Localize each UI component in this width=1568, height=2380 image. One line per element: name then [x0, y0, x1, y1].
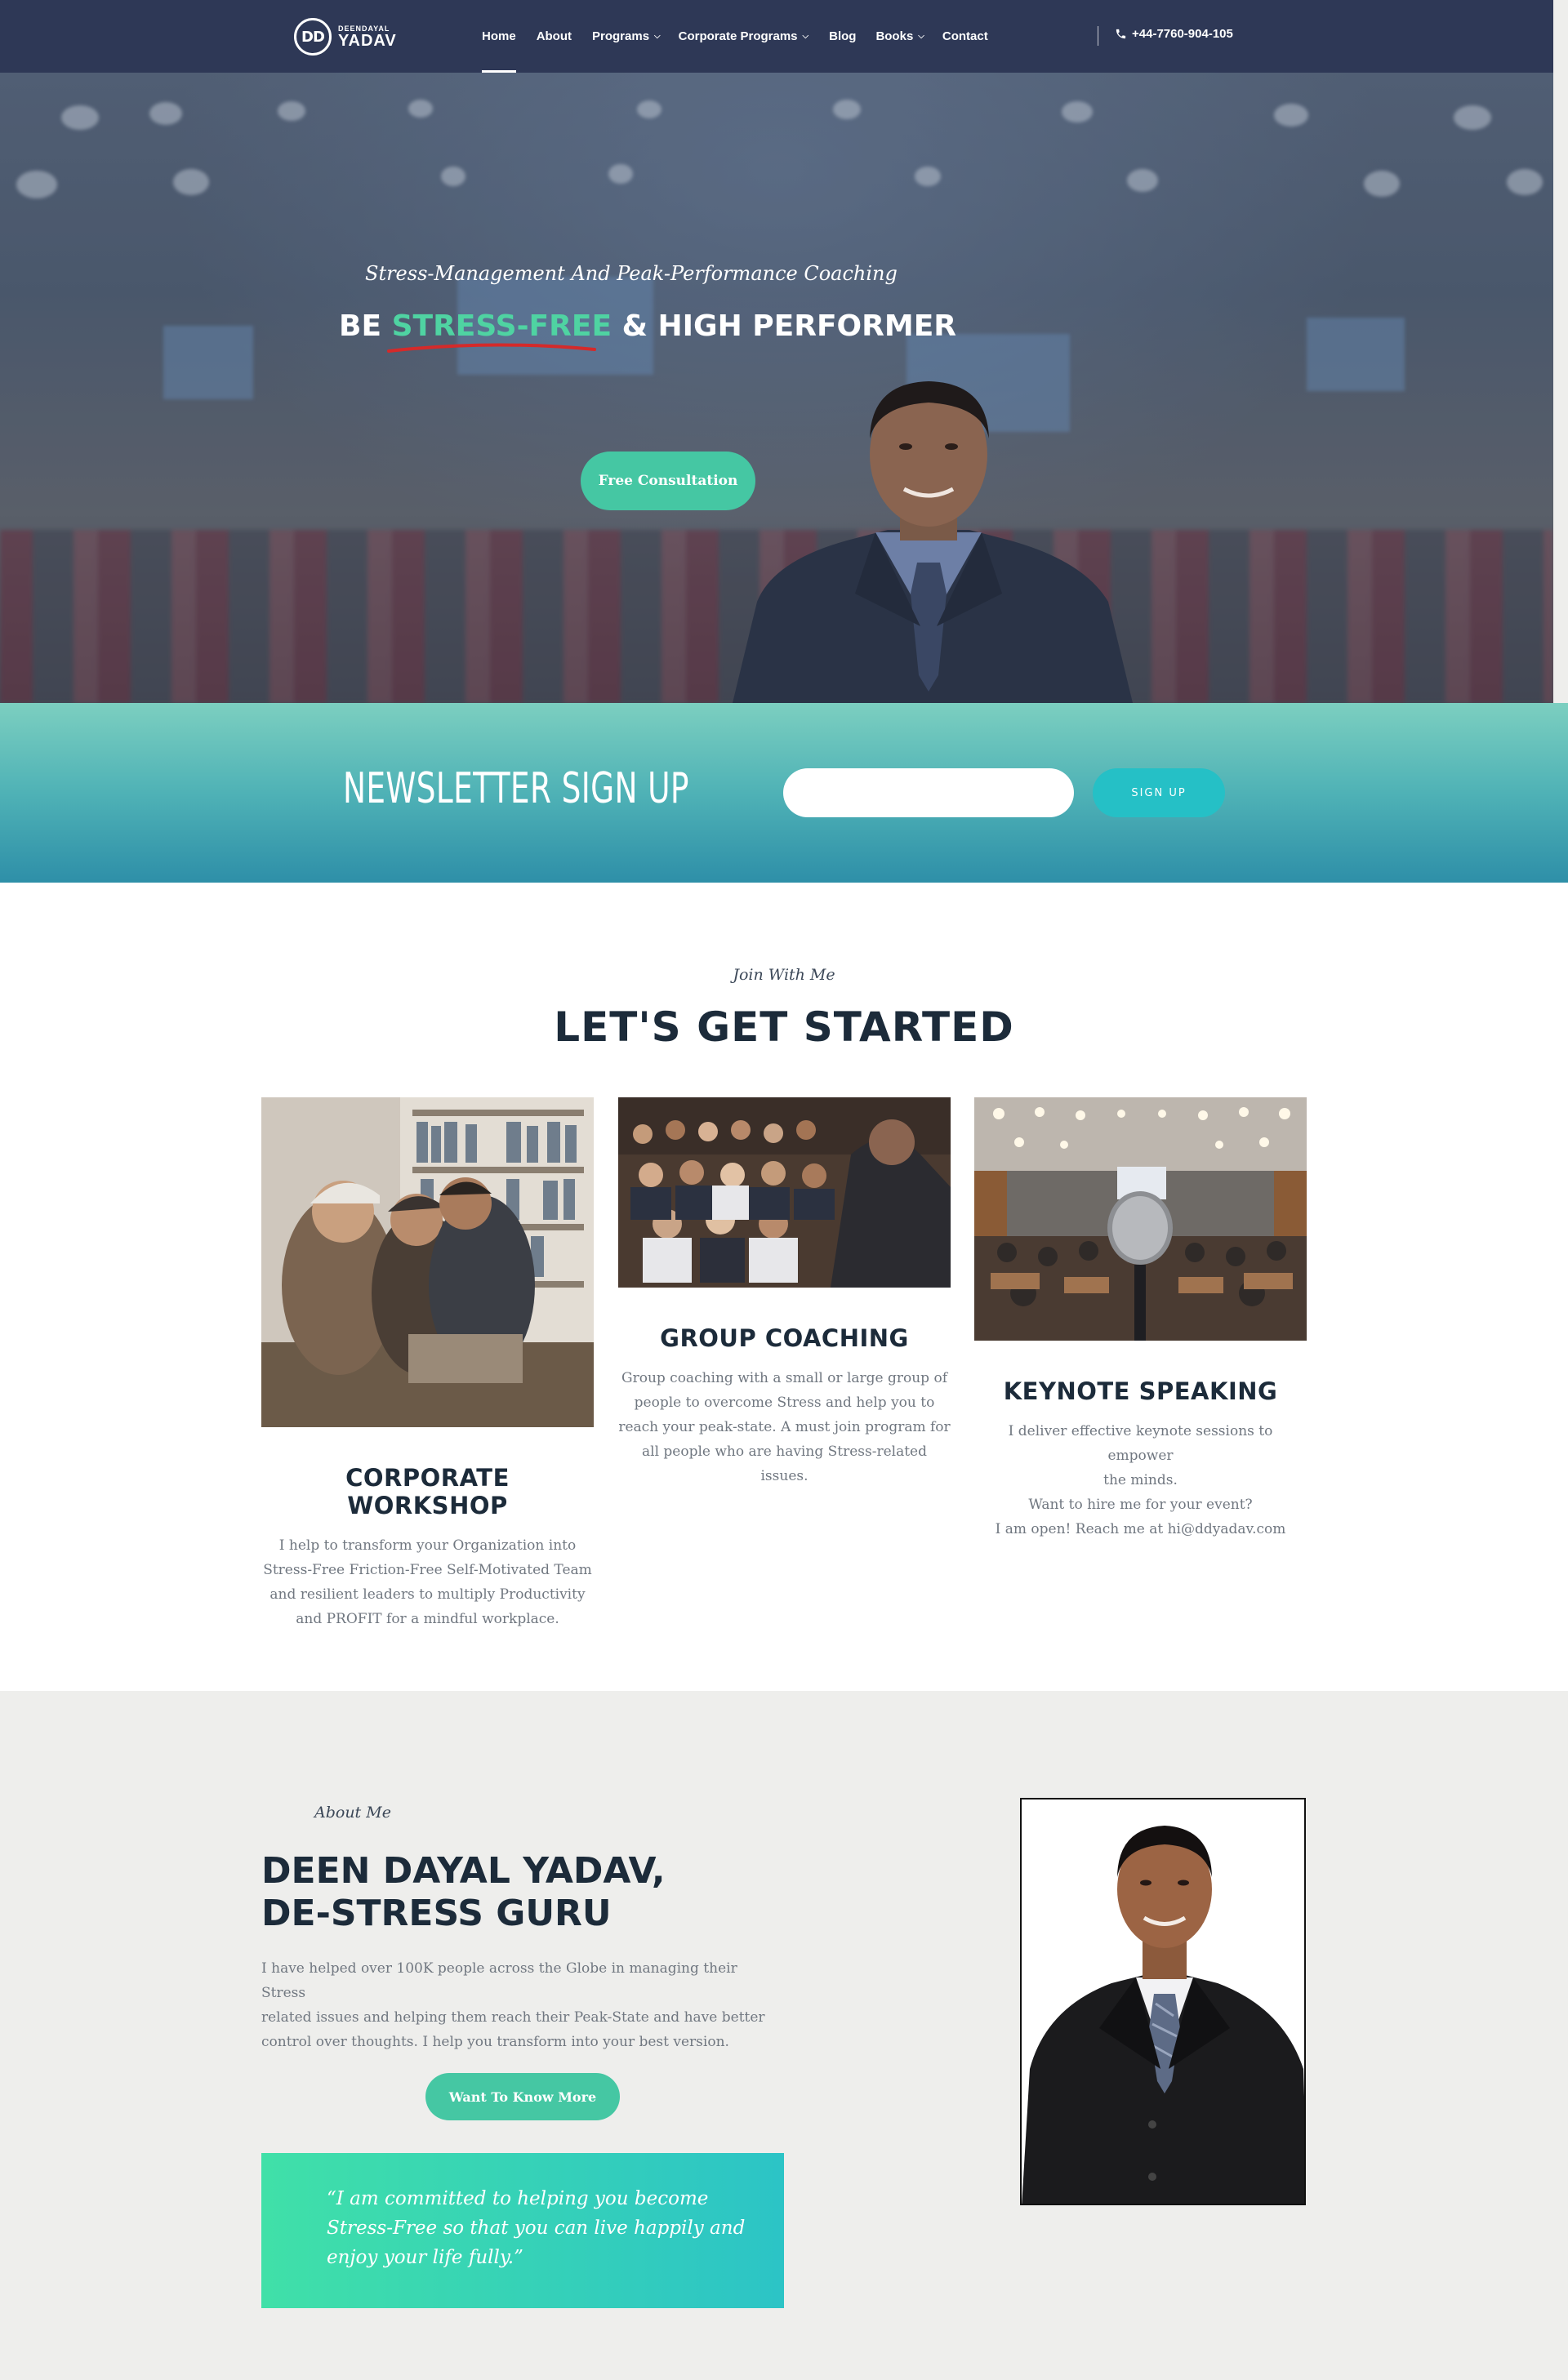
- hero-title-prefix: BE: [339, 309, 392, 343]
- about-text-line: I have helped over 100K people across th…: [261, 1960, 737, 2001]
- card-title: CORPORATE WORKSHOP: [345, 1464, 510, 1519]
- corporate-workshop-image[interactable]: [261, 1097, 594, 1427]
- hero-tagline: Stress-Management And Peak-Performance C…: [365, 262, 898, 285]
- menu-item-label: Books: [875, 29, 914, 43]
- menu-item-contact[interactable]: Contact: [942, 0, 988, 73]
- about-description: I have helped over 100K people across th…: [261, 1956, 784, 2054]
- card-text-line: I deliver effective keynote sessions to …: [1008, 1423, 1273, 1464]
- service-card-group-coaching: GROUP COACHING Group coaching with a sma…: [618, 1097, 951, 1488]
- card-text-line: I am open! Reach me at hi@ddyadav.com: [995, 1521, 1286, 1537]
- phone-icon: [1116, 29, 1126, 39]
- want-to-know-more-button[interactable]: Want To Know More: [425, 2073, 620, 2120]
- menu-item-home[interactable]: Home: [482, 0, 516, 73]
- phone-link[interactable]: +44-7760-904-105: [1115, 27, 1233, 41]
- quote-box: “I am committed to helping you become St…: [261, 2153, 784, 2308]
- about-section: About Me DEEN DAYAL YADAV, DE-STRESS GUR…: [0, 1691, 1568, 2380]
- card-title: KEYNOTE SPEAKING: [1003, 1377, 1278, 1405]
- card-title: GROUP COACHING: [660, 1324, 909, 1352]
- menu-item-about[interactable]: About: [537, 0, 572, 73]
- main-menu: Home About Programs ⌵ Corporate Programs…: [482, 0, 988, 73]
- menu-item-label: Programs: [592, 29, 650, 43]
- quote-line: “I am committed to helping you become: [327, 2188, 709, 2209]
- about-text-line: related issues and helping them reach th…: [261, 2009, 765, 2026]
- logo-text: DEENDAYAL YADAV: [338, 24, 397, 50]
- sign-up-button[interactable]: SIGN UP: [1093, 768, 1225, 817]
- menu-item-label: About: [536, 29, 572, 43]
- card-text-line: Group coaching with a small or large gro…: [621, 1370, 947, 1386]
- about-kicker: About Me: [314, 1804, 391, 1822]
- section-kicker: Join With Me: [733, 966, 835, 984]
- card-description: I help to transform your Organization in…: [261, 1533, 594, 1631]
- keynote-speaking-image[interactable]: [974, 1097, 1307, 1341]
- hero-title-highlight: STRESS-FREE: [386, 309, 612, 353]
- logo-badge: DD: [294, 18, 332, 56]
- about-portrait-photo: [1020, 1798, 1306, 2205]
- about-title-line: DE-STRESS GURU: [261, 1893, 612, 1934]
- menu-item-label: Corporate Programs: [678, 29, 798, 43]
- quote-line: enjoy your life fully.”: [327, 2247, 523, 2268]
- chevron-down-icon: ⌵: [802, 32, 809, 41]
- free-consultation-button[interactable]: Free Consultation: [581, 452, 755, 510]
- service-card-keynote-speaking: KEYNOTE SPEAKING I deliver effective key…: [974, 1097, 1307, 1541]
- menu-item-label: Contact: [942, 29, 988, 43]
- card-text-line: and PROFIT for a mindful workplace.: [296, 1611, 559, 1627]
- chevron-down-icon: ⌵: [918, 32, 924, 41]
- newsletter-email-input[interactable]: [783, 768, 1074, 817]
- card-text-line: Want to hire me for your event?: [1028, 1497, 1253, 1513]
- newsletter-title: NEWSLETTER SIGN UP: [343, 764, 689, 813]
- top-navigation-bar: DD DEENDAYAL YADAV Home About Programs ⌵…: [0, 0, 1553, 73]
- newsletter-section: NEWSLETTER SIGN UP SIGN UP: [0, 703, 1568, 883]
- about-title: DEEN DAYAL YADAV, DE-STRESS GURU: [261, 1850, 666, 1935]
- red-underline-decoration: [386, 343, 596, 353]
- menu-item-blog[interactable]: Blog: [829, 0, 856, 73]
- card-text-line: people to overcome Stress and help you t…: [634, 1395, 935, 1411]
- service-card-corporate-workshop: CORPORATE WORKSHOP I help to transform y…: [261, 1097, 594, 1631]
- menu-item-label: Home: [482, 29, 516, 43]
- hero-section: Stress-Management And Peak-Performance C…: [0, 73, 1553, 703]
- card-description: Group coaching with a small or large gro…: [618, 1366, 951, 1488]
- coach-photo: [733, 381, 1133, 703]
- phone-number: +44-7760-904-105: [1132, 27, 1233, 41]
- site-logo[interactable]: DD DEENDAYAL YADAV: [294, 18, 397, 56]
- menu-item-label: Blog: [829, 29, 857, 43]
- card-text-line: and resilient leaders to multiply Produc…: [270, 1586, 586, 1603]
- menu-item-programs[interactable]: Programs ⌵: [592, 0, 661, 73]
- hero-title-highlight-text: STRESS-FREE: [391, 309, 612, 343]
- card-description: I deliver effective keynote sessions to …: [974, 1419, 1307, 1541]
- services-section: Join With Me LET'S GET STARTED CORPORATE…: [0, 883, 1568, 1691]
- menu-item-books[interactable]: Books ⌵: [875, 0, 924, 73]
- section-title: LET'S GET STARTED: [554, 1003, 1014, 1051]
- card-text-line: I help to transform your Organization in…: [278, 1537, 577, 1554]
- card-text-line: Stress-Free Friction-Free Self-Motivated…: [263, 1562, 592, 1578]
- hero-title: BE STRESS-FREE & HIGH PERFORMER: [339, 309, 957, 353]
- quote-line: Stress-Free so that you can live happily…: [327, 2218, 746, 2239]
- chevron-down-icon: ⌵: [654, 32, 661, 41]
- card-text-line: reach your peak-state. A must join progr…: [618, 1419, 951, 1435]
- about-title-line: DEEN DAYAL YADAV,: [261, 1850, 666, 1892]
- card-text-line: all people who are having Stress-related…: [642, 1444, 927, 1484]
- about-text-line: control over thoughts. I help you transf…: [261, 2034, 729, 2050]
- logo-last-name: YADAV: [338, 31, 397, 50]
- hero-title-suffix: & HIGH PERFORMER: [612, 309, 957, 343]
- group-coaching-image[interactable]: [618, 1097, 951, 1288]
- card-text-line: the minds.: [1103, 1472, 1178, 1488]
- menu-item-corporate-programs[interactable]: Corporate Programs ⌵: [679, 0, 808, 73]
